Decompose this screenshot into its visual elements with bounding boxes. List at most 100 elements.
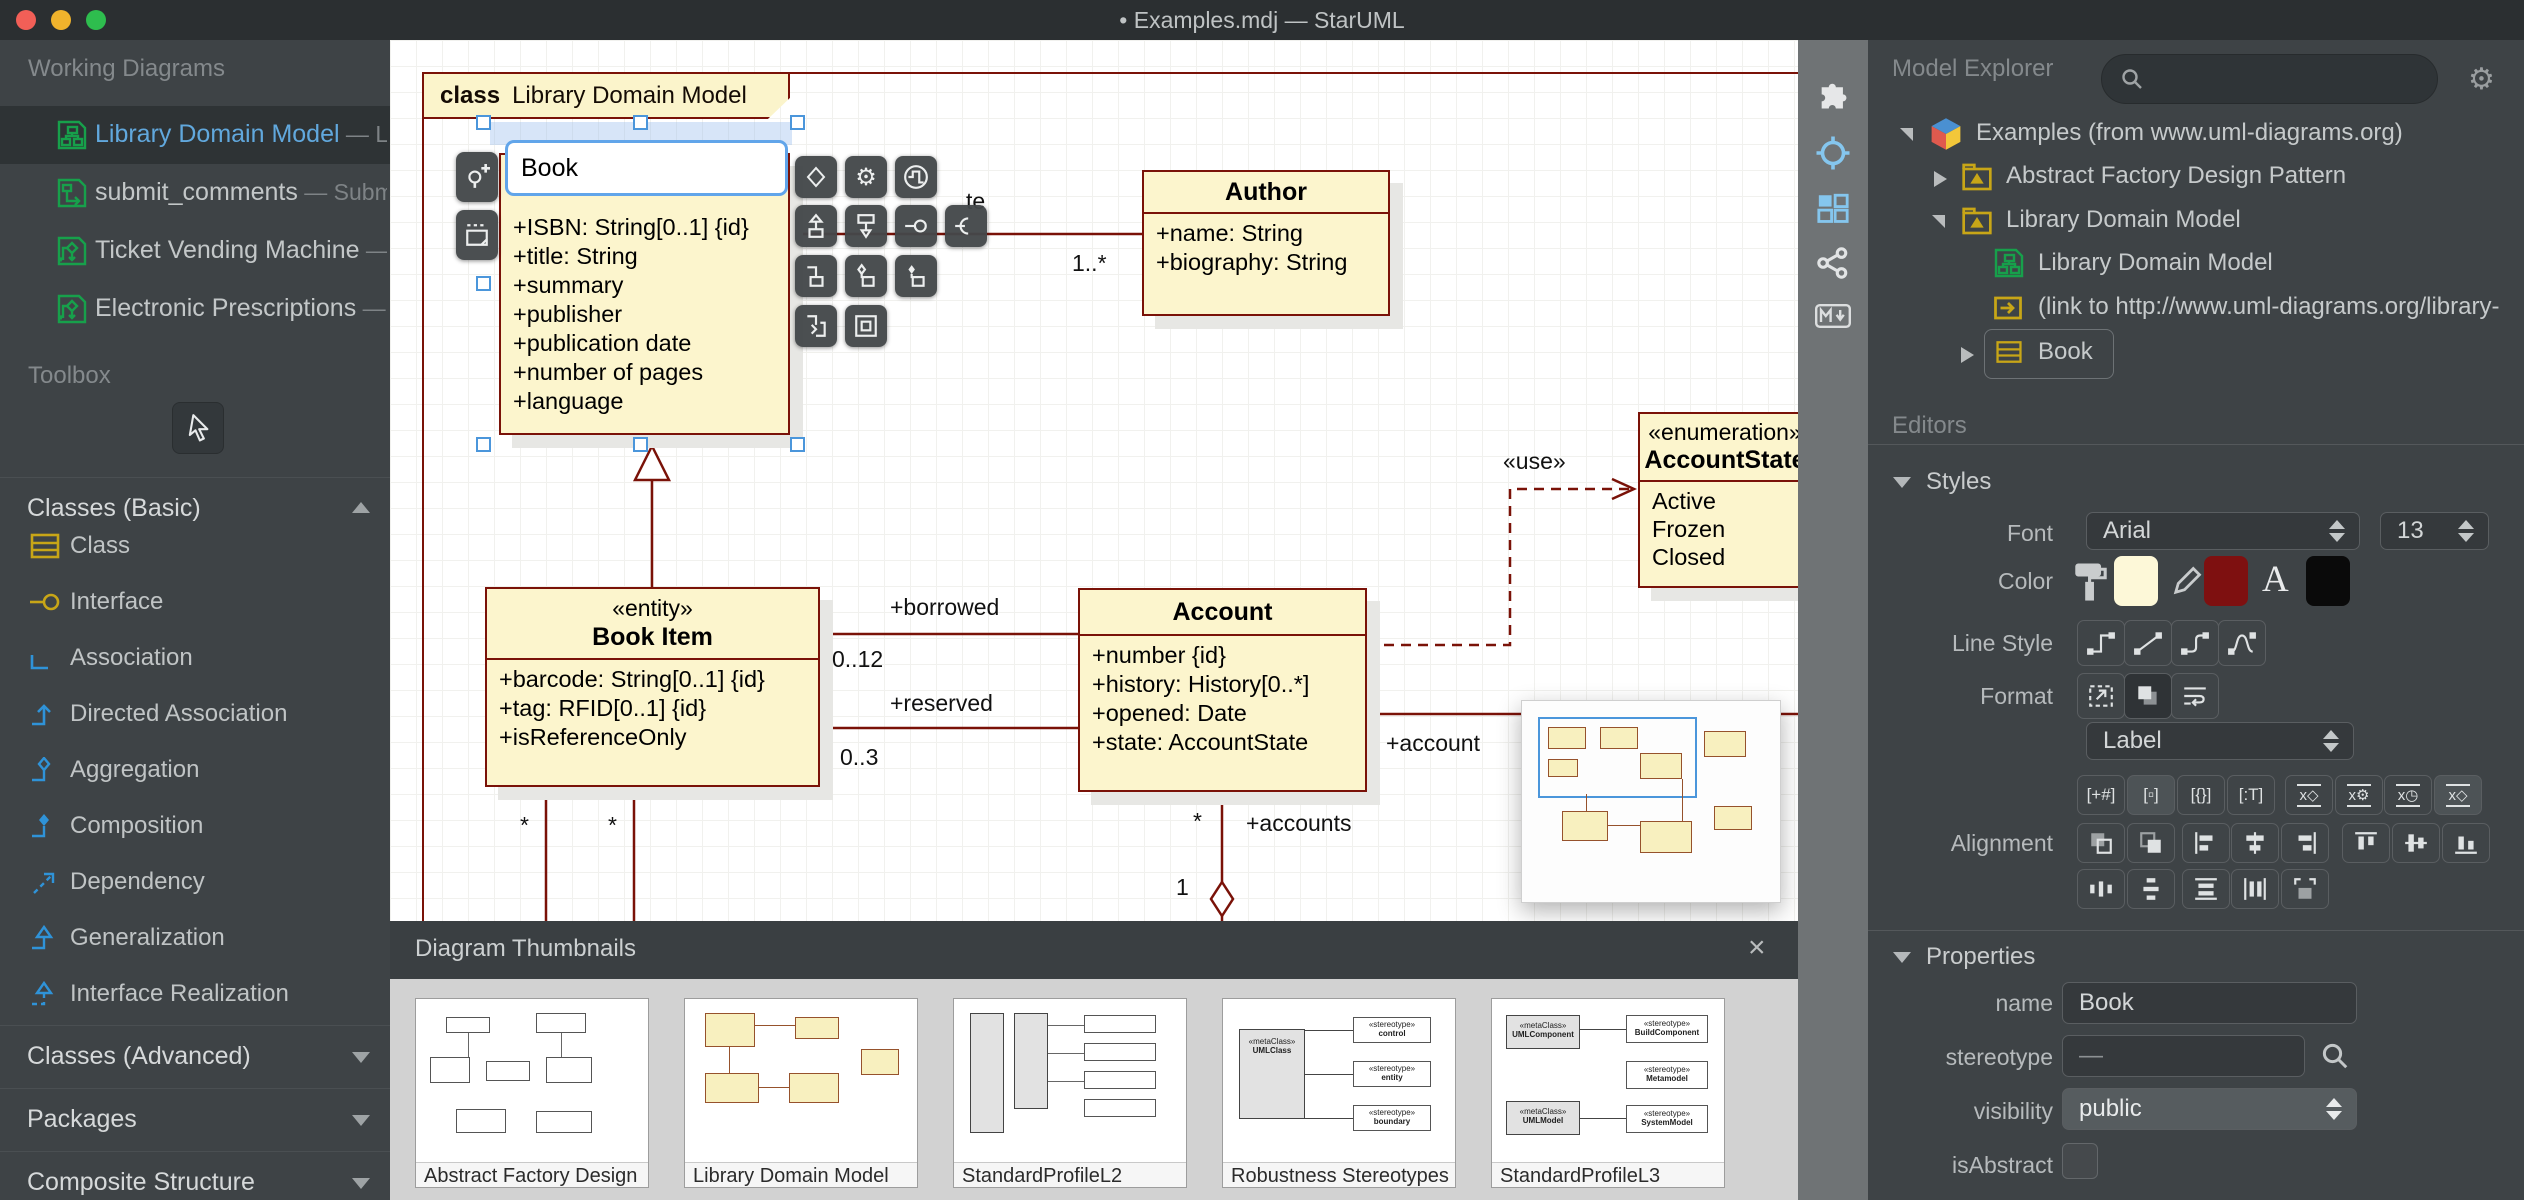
show-constraint-toggle[interactable]: [{}] (2177, 775, 2225, 815)
class-name-edit-field[interactable]: Book (505, 140, 788, 196)
thumbnail-library-domain-model[interactable]: Library Domain Model (684, 998, 918, 1188)
visibility-select[interactable]: public (2062, 1088, 2357, 1130)
quick-add-containment-button[interactable] (845, 305, 887, 347)
suppress-attributes-toggle[interactable]: x◇ (2285, 775, 2333, 815)
class-book-item[interactable]: «entity» Book Item +barcode: String[0..1… (485, 587, 820, 787)
quick-add-aggregation-button[interactable] (845, 255, 887, 297)
tree-item-library-domain-model-diagram[interactable]: Library Domain Model (1868, 244, 2524, 286)
equal-height-button[interactable] (2182, 869, 2230, 909)
styles-collapse-icon[interactable] (1893, 477, 1911, 488)
equal-width-button[interactable] (2231, 869, 2279, 909)
share-button[interactable] (1815, 245, 1851, 281)
name-input[interactable]: Book (2062, 982, 2357, 1024)
enumeration-account-state[interactable]: «enumeration» AccountState Active Frozen… (1638, 412, 1798, 588)
quick-add-superclass-button[interactable] (795, 205, 837, 247)
quick-add-required-interface-button[interactable] (945, 205, 987, 247)
resize-handle-se[interactable] (790, 437, 805, 452)
line-pencil-icon[interactable] (2172, 564, 2202, 598)
explorer-settings-gear-icon[interactable]: ⚙ (2468, 62, 2495, 97)
is-abstract-checkbox[interactable] (2062, 1143, 2098, 1179)
equal-size-button[interactable] (2281, 869, 2329, 909)
thumbnails-view-button[interactable] (1815, 190, 1851, 226)
working-diagram-ticket-vending-machine[interactable]: Ticket Vending Machine — T (0, 222, 390, 280)
class-account[interactable]: Account +number {id} +history: History[0… (1078, 588, 1367, 792)
format-autoresize-button[interactable] (2077, 673, 2125, 719)
resize-handle-sw[interactable] (476, 437, 491, 452)
align-top-button[interactable] (2342, 823, 2390, 863)
expanded-icon[interactable] (1900, 128, 1913, 141)
line-style-curve-button[interactable] (2218, 620, 2266, 666)
resize-handle-nw[interactable] (476, 115, 491, 130)
properties-section-header[interactable]: Properties (1926, 943, 2035, 971)
class-author[interactable]: Author +name: String +biography: String (1142, 170, 1390, 316)
tree-item-hyperlink[interactable]: (link to http://www.uml-diagrams.org/lib… (1868, 288, 2524, 330)
fill-roller-icon[interactable] (2074, 562, 2108, 602)
tree-item-book[interactable]: Book (1868, 329, 2524, 379)
resize-handle-n[interactable] (633, 115, 648, 130)
collapsed-icon[interactable] (1961, 347, 1974, 363)
format-wordwrap-button[interactable] (2171, 673, 2219, 719)
styles-section-header[interactable]: Styles (1926, 468, 1991, 496)
toolbox-item-composition[interactable]: Composition (0, 799, 390, 855)
toolbox-item-class[interactable]: Class (0, 519, 390, 575)
suppress-literals-toggle[interactable]: x◇ (2434, 775, 2482, 815)
line-style-rounded-button[interactable] (2171, 620, 2219, 666)
line-style-rectilinear-button[interactable] (2077, 620, 2125, 666)
toolbox-item-interface-realization[interactable]: Interface Realization (0, 967, 390, 1023)
toolbox-item-dependency[interactable]: Dependency (0, 855, 390, 911)
select-tool-button[interactable] (172, 402, 224, 454)
font-family-select[interactable]: Arial (2086, 512, 2360, 550)
quick-add-association-button[interactable] (795, 255, 837, 297)
stereotype-search-icon[interactable] (2320, 1041, 2350, 1071)
quick-add-provided-interface-button[interactable] (895, 205, 937, 247)
close-icon[interactable]: × (1748, 931, 1766, 965)
resize-handle-s[interactable] (633, 437, 648, 452)
toolbox-item-directed-association[interactable]: Directed Association (0, 687, 390, 743)
expanded-icon[interactable] (1932, 215, 1945, 228)
align-left-button[interactable] (2182, 823, 2230, 863)
thumbnail-abstract-factory[interactable]: Abstract Factory Design (415, 998, 649, 1188)
fill-color-swatch[interactable] (2114, 556, 2158, 606)
font-color-letter-icon[interactable]: A (2262, 558, 2289, 601)
suppress-receptions-toggle[interactable]: x◷ (2384, 775, 2432, 815)
font-color-swatch[interactable] (2306, 556, 2350, 606)
quick-add-composition-button[interactable] (895, 255, 937, 297)
align-center-button[interactable] (2231, 823, 2279, 863)
toolbox-category-composite-structure[interactable]: Composite Structure (0, 1151, 390, 1200)
line-style-oblique-button[interactable] (2124, 620, 2172, 666)
focus-target-button[interactable] (1815, 135, 1851, 171)
properties-collapse-icon[interactable] (1893, 952, 1911, 963)
align-right-button[interactable] (2281, 823, 2329, 863)
show-type-toggle[interactable]: [:T] (2227, 775, 2275, 815)
working-diagram-submit-comments[interactable]: submit_comments — Submit (0, 164, 390, 222)
quick-add-note-button[interactable] (456, 152, 498, 202)
distribute-vertical-button[interactable] (2127, 869, 2175, 909)
quick-add-diagram-button[interactable] (456, 210, 498, 260)
search-input[interactable] (2101, 54, 2438, 104)
toolbox-category-classes-advanced[interactable]: Classes (Advanced) (0, 1025, 390, 1088)
working-diagram-library-domain-model[interactable]: Library Domain Model — Lib (0, 106, 390, 164)
send-to-back-button[interactable] (2077, 823, 2125, 863)
align-bottom-button[interactable] (2442, 823, 2490, 863)
resize-handle-w[interactable] (476, 276, 491, 291)
toolbox-item-aggregation[interactable]: Aggregation (0, 743, 390, 799)
distribute-horizontal-button[interactable] (2077, 869, 2125, 909)
diagram-canvas[interactable]: class Library Domain Model +ISBN: String… (390, 40, 1798, 1200)
bring-to-front-button[interactable] (2127, 823, 2175, 863)
tree-item-abstract-factory[interactable]: Abstract Factory Design Pattern (1868, 157, 2524, 199)
show-stereotype-toggle[interactable]: [▫] (2127, 775, 2175, 815)
toolbox-item-generalization[interactable]: Generalization (0, 911, 390, 967)
collapsed-icon[interactable] (1934, 171, 1947, 187)
toolbox-item-interface[interactable]: Interface (0, 575, 390, 631)
thumbnail-robustness-stereotypes[interactable]: «metaClass» UMLClass «stereotype» control … (1222, 998, 1456, 1188)
tree-item-examples[interactable]: Examples (from www.uml-diagrams.org) (1868, 114, 2524, 156)
working-diagram-electronic-prescriptions[interactable]: Electronic Prescriptions — E (0, 280, 390, 338)
markdown-button[interactable] (1815, 298, 1851, 334)
quick-add-dependency-button[interactable] (795, 305, 837, 347)
quick-add-subclass-button[interactable] (845, 205, 887, 247)
resize-handle-ne[interactable] (790, 115, 805, 130)
suppress-operations-toggle[interactable]: x⚙ (2335, 775, 2383, 815)
thumbnail-standard-profile-l3[interactable]: «metaClass» UMLComponent «stereotype» Buil… (1491, 998, 1725, 1188)
quick-settings-button[interactable]: ⚙ (845, 156, 887, 198)
tree-item-library-domain-model-package[interactable]: Library Domain Model (1868, 201, 2524, 243)
